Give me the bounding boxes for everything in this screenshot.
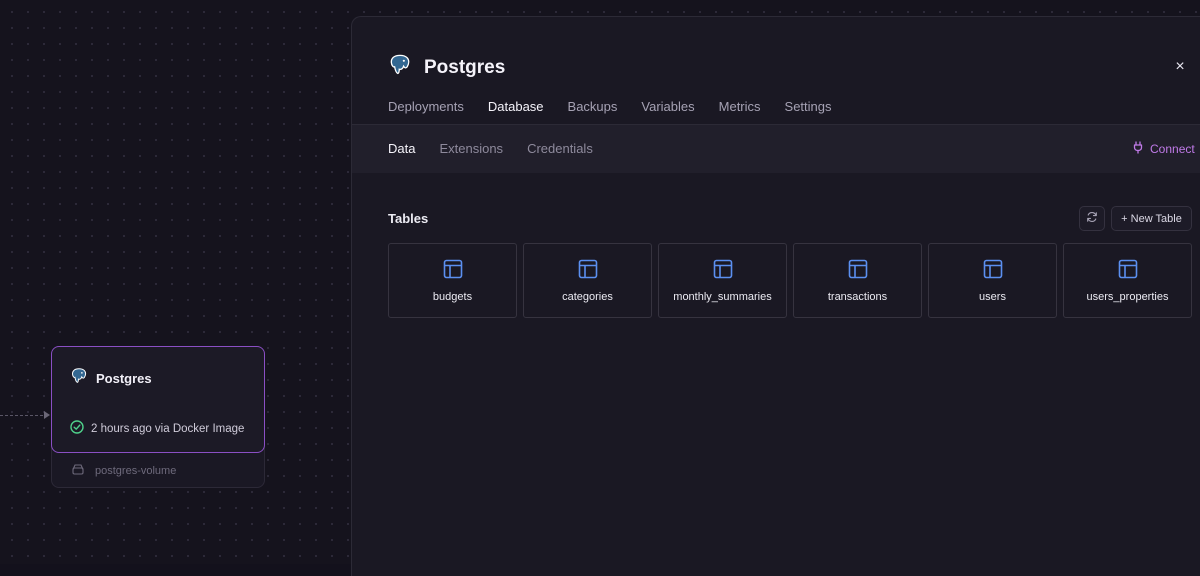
table-name: budgets — [432, 290, 473, 303]
tables-heading: Tables — [388, 211, 429, 226]
close-icon: × — [1175, 58, 1185, 75]
check-circle-icon — [70, 420, 84, 437]
connection-line — [0, 415, 48, 416]
subtab-extensions[interactable]: Extensions — [439, 141, 503, 156]
table-name: users — [979, 290, 1006, 303]
refresh-button[interactable] — [1079, 206, 1105, 231]
tables-grid: budgets categories monthly_summaries tra… — [388, 243, 1192, 318]
table-card-users-properties[interactable]: users_properties — [1063, 243, 1192, 318]
connection-arrow — [44, 411, 50, 419]
table-icon — [983, 259, 1003, 284]
tab-deployments[interactable]: Deployments — [388, 99, 464, 125]
panel-title: Postgres — [424, 56, 506, 78]
table-name: monthly_summaries — [673, 290, 772, 303]
table-name: categories — [562, 290, 613, 303]
connect-button[interactable]: Connect — [1132, 141, 1195, 157]
postgres-elephant-icon — [70, 367, 88, 390]
table-icon — [713, 259, 733, 284]
refresh-icon — [1086, 210, 1098, 228]
tab-metrics[interactable]: Metrics — [719, 99, 761, 125]
tab-settings[interactable]: Settings — [785, 99, 832, 125]
postgres-elephant-icon — [388, 53, 412, 82]
subtab-data[interactable]: Data — [388, 141, 415, 156]
table-name: users_properties — [1086, 290, 1169, 303]
table-icon — [578, 259, 598, 284]
service-tabs: Deployments Database Backups Variables M… — [388, 99, 856, 126]
table-icon — [443, 259, 463, 284]
table-icon — [848, 259, 868, 284]
service-card-postgres[interactable]: Postgres 2 hours ago via Docker Image — [51, 346, 265, 453]
table-card-users[interactable]: users — [928, 243, 1057, 318]
table-card-budgets[interactable]: budgets — [388, 243, 517, 318]
table-name: transactions — [827, 290, 888, 303]
new-table-button[interactable]: + New Table — [1111, 206, 1192, 231]
table-card-monthly-summaries[interactable]: monthly_summaries — [658, 243, 787, 318]
volume-name: postgres-volume — [95, 465, 177, 477]
table-card-categories[interactable]: categories — [523, 243, 652, 318]
close-button[interactable]: × — [1170, 57, 1190, 77]
tab-backups[interactable]: Backups — [568, 99, 618, 125]
subtab-credentials[interactable]: Credentials — [527, 141, 593, 156]
service-title: Postgres — [96, 371, 152, 386]
plug-icon — [1132, 141, 1144, 157]
hard-drive-icon — [72, 464, 84, 478]
service-detail-panel: Postgres × Deployments Database Backups … — [351, 16, 1200, 576]
table-icon — [1118, 259, 1138, 284]
tab-database[interactable]: Database — [487, 99, 544, 126]
database-subnav: Data Extensions Credentials Connect — [352, 125, 1200, 173]
connect-label: Connect — [1150, 142, 1195, 156]
table-card-transactions[interactable]: transactions — [793, 243, 922, 318]
deployment-status: 2 hours ago via Docker Image — [91, 422, 245, 435]
tab-variables[interactable]: Variables — [641, 99, 694, 125]
